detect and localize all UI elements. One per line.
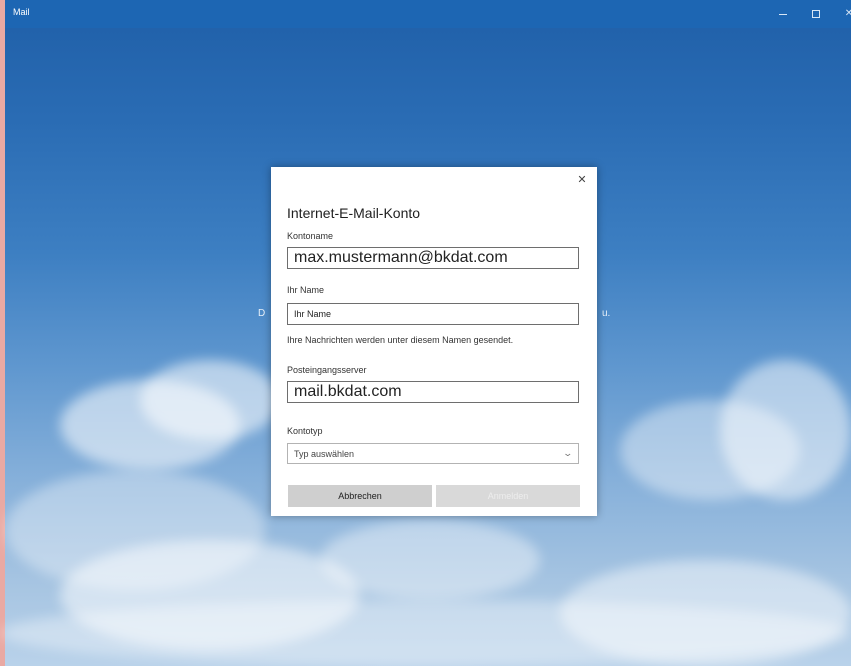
close-icon: ✕ xyxy=(844,8,851,19)
incoming-server-label: Posteingangsserver xyxy=(287,365,367,375)
minimize-icon xyxy=(779,13,787,15)
dialog-close-button[interactable]: ✕ xyxy=(574,171,590,187)
account-name-label: Kontoname xyxy=(287,231,334,241)
chevron-down-icon: ⌄ xyxy=(562,448,574,458)
account-type-select[interactable]: Typ auswählen ⌄ xyxy=(287,443,579,464)
incoming-server-input[interactable]: mail.bkdat.com xyxy=(287,381,579,403)
cloud xyxy=(320,520,540,600)
incoming-server-value: mail.bkdat.com xyxy=(294,383,402,400)
minimize-button[interactable] xyxy=(767,0,799,28)
account-name-input[interactable]: max.mustermann@bkdat.com xyxy=(287,247,579,269)
close-window-button[interactable]: ✕ xyxy=(833,0,851,28)
app-title: Mail xyxy=(13,7,30,17)
your-name-hint: Ihre Nachrichten werden unter diesem Nam… xyxy=(287,335,514,345)
your-name-label: Ihr Name xyxy=(287,285,325,295)
account-dialog: ✕ Internet-E-Mail-Konto Kontoname max.mu… xyxy=(271,167,597,516)
mail-window: Mail ✕ D u. ✕ Internet-E-Mail-Konto Kont… xyxy=(0,0,851,666)
account-type-value: Typ auswählen xyxy=(294,448,355,459)
dialog-title: Internet-E-Mail-Konto xyxy=(287,205,421,221)
sign-in-button[interactable]: Anmelden xyxy=(436,485,580,507)
close-icon: ✕ xyxy=(577,173,587,186)
your-name-value: Ihr Name xyxy=(294,309,332,319)
cloud xyxy=(720,360,851,500)
account-type-label: Kontotyp xyxy=(287,426,323,436)
cloud xyxy=(0,600,851,666)
background-text-fragment: u. xyxy=(602,308,611,319)
background-text-fragment: D xyxy=(258,308,266,319)
title-bar: Mail ✕ xyxy=(5,0,851,28)
account-name-value: max.mustermann@bkdat.com xyxy=(294,249,508,266)
window-edge xyxy=(0,0,5,666)
cloud xyxy=(140,360,280,440)
maximize-icon xyxy=(812,10,820,18)
cancel-button[interactable]: Abbrechen xyxy=(288,485,432,507)
maximize-button[interactable] xyxy=(800,0,832,28)
your-name-input[interactable]: Ihr Name xyxy=(287,303,579,325)
